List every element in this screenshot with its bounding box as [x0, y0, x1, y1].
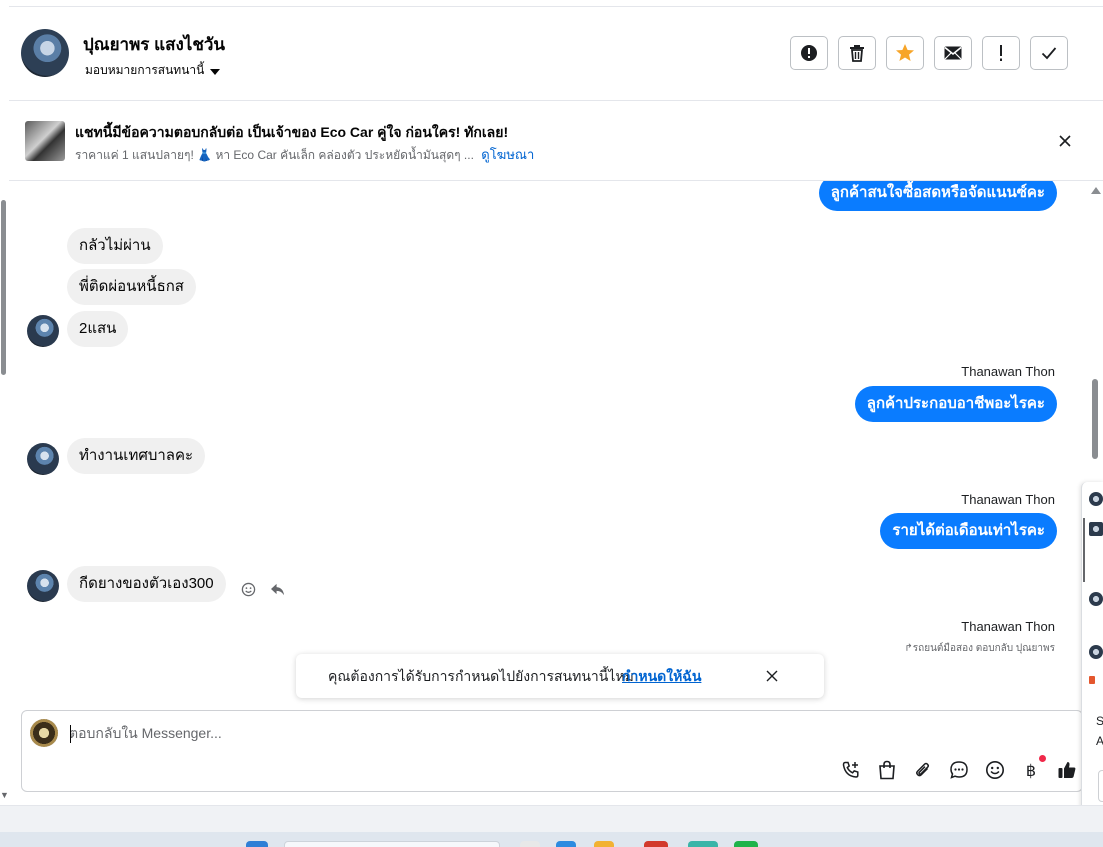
follow-up-button[interactable] — [982, 36, 1020, 70]
message-bubble-incoming[interactable]: ทำงานเทศบาลคะ — [67, 438, 206, 474]
contact-avatar-small[interactable] — [27, 570, 59, 602]
chat-scrollbar-thumb[interactable] — [1092, 379, 1098, 459]
caret-down-icon — [210, 68, 221, 75]
status-icon — [1089, 676, 1095, 684]
star-icon — [896, 44, 914, 61]
side-panel-letter: A — [1096, 734, 1103, 748]
mark-unread-button[interactable] — [934, 36, 972, 70]
exclamation-icon — [1000, 45, 1002, 61]
message-bubble-incoming[interactable]: กีดยางของตัวเอง300 — [67, 566, 226, 602]
scroll-down-arrow-icon[interactable]: ▼ — [0, 790, 9, 800]
chat-bubble-icon — [950, 761, 968, 779]
message-thread[interactable]: ลูกค้าสนใจซื้อสดหรือจัดแนนซ์คะ กลัวไม่ผ่… — [9, 181, 1089, 691]
sender-name: Thanawan Thon — [961, 619, 1055, 634]
notification-dot — [1039, 755, 1046, 762]
sender-name: Thanawan Thon — [961, 492, 1055, 507]
baht-icon: ฿ — [1025, 760, 1037, 780]
call-button[interactable] — [840, 759, 862, 781]
conversation-avatar[interactable] — [1089, 492, 1103, 506]
contact-avatar-small[interactable] — [27, 315, 59, 347]
conversation-avatar[interactable] — [1089, 592, 1103, 606]
taskbar-app-icon[interactable] — [644, 841, 668, 847]
assign-conversation-dropdown[interactable]: มอบหมายการสนทนานี้ — [85, 61, 221, 80]
side-panel-box[interactable] — [1098, 770, 1103, 802]
assign-prompt-text: คุณต้องการได้รับการกำหนดไปยังการสนทนานี้… — [328, 668, 634, 684]
delete-button[interactable] — [838, 36, 876, 70]
ad-subtitle: ราคาแค่ 1 แสนปลายๆ! 👗 หา Eco Car คันเล็ก… — [75, 148, 474, 162]
composer-toolbar: ฿ — [840, 755, 1078, 781]
text-caret — [70, 725, 71, 743]
message-bubble-outgoing[interactable]: รายได้ต่อเดือนเท่าไรคะ — [880, 513, 1057, 549]
taskbar-app-icon[interactable] — [688, 841, 718, 847]
shop-button[interactable] — [876, 759, 898, 781]
message-actions — [241, 582, 285, 597]
message-composer: ฿ — [21, 710, 1083, 792]
taskbar-app-icon[interactable] — [556, 841, 576, 847]
window-bottom-strip — [0, 805, 1103, 833]
message-bubble-incoming[interactable]: 2แสน — [67, 311, 129, 347]
phone-plus-icon — [842, 761, 859, 778]
mark-done-button[interactable] — [1030, 36, 1068, 70]
taskbar-search[interactable] — [284, 841, 500, 847]
outer-scrollbar-thumb[interactable] — [1, 200, 6, 375]
react-emoji-icon[interactable] — [241, 582, 256, 597]
assign-label: มอบหมายการสนทนานี้ — [85, 63, 205, 77]
taskbar — [0, 832, 1103, 847]
reply-input[interactable] — [69, 725, 829, 741]
assign-prompt-toast: คุณต้องการได้รับการกำหนดไปยังการสนทนานี้… — [296, 654, 824, 698]
reply-icon[interactable] — [270, 583, 285, 596]
message-bubble-outgoing[interactable]: ลูกค้าประกอบอาชีพอะไรคะ — [854, 386, 1057, 422]
reply-context-text: รถยนต์มือสอง ตอบกลับ ปุณยาพร — [912, 643, 1055, 654]
exclamation-circle-icon — [801, 45, 817, 61]
payment-button[interactable]: ฿ — [1020, 755, 1046, 781]
view-ad-link[interactable]: ดูโฆษณา — [481, 147, 534, 162]
emoji-icon — [986, 761, 1004, 779]
shopping-bag-icon — [879, 760, 895, 780]
scroll-up-arrow-icon[interactable] — [1091, 187, 1101, 194]
contact-avatar-small[interactable] — [27, 443, 59, 475]
ad-title: แชทนี้มีข้อความตอบกลับต่อ เป็นเจ้าของ Ec… — [75, 124, 509, 140]
assign-to-me-link[interactable]: กำหนดให้ฉัน — [622, 666, 701, 688]
conversation-thumbnail[interactable] — [1089, 522, 1103, 536]
emoji-button[interactable] — [984, 759, 1006, 781]
conversation-header: ปุณยาพร แสงไชวัน มอบหมายการสนทนานี้ — [9, 7, 1103, 101]
reply-context-note: ↱รถยนต์มือสอง ตอบกลับ ปุณยาพร — [904, 643, 1055, 654]
envelope-icon — [944, 46, 962, 60]
page-avatar — [30, 719, 58, 747]
message-bubble-outgoing[interactable]: ลูกค้าสนใจซื้อสดหรือจัดแนนซ์คะ — [818, 181, 1057, 211]
close-icon[interactable] — [1057, 133, 1073, 149]
taskbar-app-icon[interactable] — [734, 841, 758, 847]
taskbar-app-icon[interactable] — [520, 841, 540, 847]
sender-name: Thanawan Thon — [961, 364, 1055, 379]
conversation-avatar[interactable] — [1089, 645, 1103, 659]
attach-button[interactable] — [912, 759, 934, 781]
close-icon[interactable] — [765, 669, 779, 683]
check-icon — [1041, 47, 1057, 60]
ad-subtitle-row: ราคาแค่ 1 แสนปลายๆ! 👗 หา Eco Car คันเล็ก… — [75, 144, 534, 165]
report-spam-button[interactable] — [790, 36, 828, 70]
contact-avatar[interactable] — [21, 29, 69, 77]
taskbar-app-icon[interactable] — [594, 841, 614, 847]
star-button[interactable] — [886, 36, 924, 70]
side-conversation-panel[interactable]: S A — [1081, 482, 1103, 818]
ad-context-bar: แชทนี้มีข้อความตอบกลับต่อ เป็นเจ้าของ Ec… — [9, 101, 1103, 181]
ad-thumbnail[interactable] — [25, 121, 65, 161]
like-button[interactable] — [1056, 759, 1078, 781]
start-icon[interactable] — [246, 841, 268, 847]
contact-name[interactable]: ปุณยาพร แสงไชวัน — [83, 31, 225, 58]
list-divider — [1083, 518, 1085, 582]
trash-icon — [850, 45, 864, 62]
message-bubble-incoming[interactable]: พี่ติดผ่อนหนี้ธกส — [67, 269, 196, 305]
message-bubble-incoming[interactable]: กลัวไม่ผ่าน — [67, 228, 163, 264]
thumbs-up-icon — [1058, 762, 1076, 778]
side-panel-letter: S — [1096, 714, 1103, 728]
paperclip-icon — [916, 762, 929, 777]
saved-replies-button[interactable] — [948, 759, 970, 781]
